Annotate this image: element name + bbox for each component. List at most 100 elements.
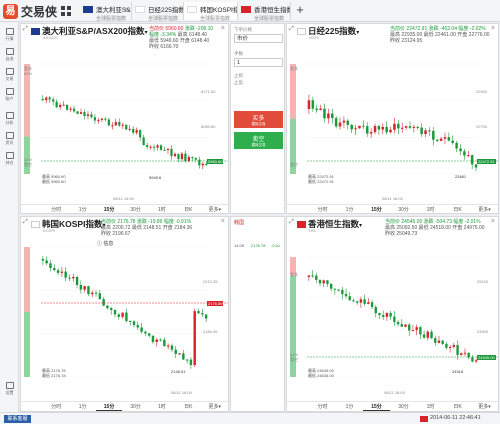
timeframe-1[interactable]: 1分 [69,206,95,213]
timeframe-2[interactable]: 15分 [95,206,123,213]
candlestick-chart[interactable] [287,217,499,412]
mini-price: 2176.78 [251,243,266,248]
buy-sub: 模拟交易 [251,122,266,126]
timeframe-3[interactable]: 30分 [122,206,148,213]
mini-header: 韩国 [234,220,245,226]
tab-hangseng[interactable]: 香港恒生指数 全球股票指数 × [238,2,291,22]
candlestick-chart[interactable] [21,24,229,214]
timeframe-4[interactable]: 1时 [149,403,175,410]
time-axis-label: 06/11 16:00 [384,390,405,395]
timeframe-4[interactable]: 1时 [417,403,444,410]
top-bar: 易 交易侠 澳大利亚S&P... 全球股票指数 × 日经225指数 全球股票指数… [0,0,500,22]
timeframe-2[interactable]: 15分 [363,403,390,411]
close-icon[interactable]: × [283,7,287,13]
ohlc-line: 最低 5960.60 [42,179,66,184]
timeframe-1[interactable]: 1分 [336,403,363,410]
timeframe-0[interactable]: 分时 [43,403,69,410]
price-type-select[interactable]: 市价 [234,34,283,43]
time-axis-label: 06/11 16:00 [113,196,134,201]
low-marker-label: 5949.6 [149,175,162,180]
gear-icon [5,382,14,389]
timeframe-3[interactable]: 30分 [390,206,417,213]
timeframe-3[interactable]: 30分 [390,403,417,410]
sidebar-label: 资讯 [5,140,14,145]
sidebar-item-account[interactable]: 账户 [2,88,17,104]
axis-label: 2212.25 [203,279,218,284]
flag-australia-icon [83,6,93,13]
timeframe-3[interactable]: 30分 [122,403,148,410]
sidebar-item-positions[interactable]: 持仓 [2,152,17,168]
qty-input[interactable]: 1 [234,58,283,67]
close-icon[interactable]: × [124,7,128,13]
time-axis-label: 06/11 16:00 [171,390,192,395]
bear-label: 看空 [290,162,298,167]
ohlc-line: 最低 2176.78 [42,373,66,378]
qty-value: 1 [237,60,241,66]
close-icon[interactable]: × [176,7,180,13]
sidebar-item-quotes[interactable]: 行情 [2,28,17,44]
flag-china-icon [420,416,428,422]
flag-japan-icon [135,6,145,13]
timeframe-0[interactable]: 分时 [309,403,336,410]
timeframe-2[interactable]: 15分 [363,206,390,213]
timeframe-0[interactable]: 分时 [309,206,336,213]
timeframe-4[interactable]: 1时 [149,206,175,213]
stoploss-label: 止损 [234,73,243,78]
sidebar-item-news[interactable]: 资讯 [2,132,17,148]
ohlc-line: 最低 24545.00 [308,373,334,378]
low-marker-label: 2148.51 [171,369,186,374]
timeframe-0[interactable]: 分时 [43,206,69,213]
timeframe-5[interactable]: 日K [444,206,471,213]
chart-icon [5,112,14,119]
logo-icon: 易 [3,3,18,19]
timeframe-5[interactable]: 日K [175,206,201,213]
sidebar-item-watchlist[interactable]: 自选 [2,48,17,64]
tab-kospi[interactable]: 韩国KOSPI指数 全球股票指数 × [184,2,238,22]
timeframe-2[interactable]: 15分 [95,403,123,411]
close-icon[interactable]: × [230,7,234,13]
timeframe-5[interactable]: 日K [175,403,201,410]
ohlc-readout: 最高 24545.00 最低 24545.00 [308,368,334,378]
chart-panel-asx200: ⤢ 澳大利亚S&P/ASX200指数▾ ASX200 当前价 5960.60 涨… [20,23,229,214]
timeframe-5[interactable]: 日K [444,403,471,410]
quotes-icon [5,28,14,35]
flag-hongkong-icon [241,6,251,13]
order-panel: 下单价格 市价 手数 1 止损 止盈 买多 模拟交易 卖空 模拟交易 [230,23,285,214]
last-price-tag: 24545.00 [477,355,496,360]
sidebar-label: 分析 [5,120,14,125]
sell-button[interactable]: 卖空 模拟交易 [234,132,283,149]
sidebar-item-analysis[interactable]: 分析 [2,112,17,128]
last-price-tag: 22472.91 [477,159,496,164]
timeframe-6[interactable]: 更多▾ [471,403,498,410]
grid-menu-icon[interactable] [61,6,71,16]
buy-button[interactable]: 买多 模拟交易 [234,111,283,128]
timeframe-4[interactable]: 1时 [417,206,444,213]
axis-label: 2184.45 [203,329,218,334]
account-icon [5,88,14,95]
candlestick-chart[interactable] [287,24,499,214]
tab-asx200[interactable]: 澳大利亚S&P... 全球股票指数 × [80,2,132,22]
sidebar-label: 账户 [5,96,14,101]
tab-nikkei225[interactable]: 日经225指数 全球股票指数 × [132,2,184,22]
bull-pct: 66% [24,71,33,76]
sidebar-item-settings[interactable]: 设置 [2,382,17,398]
candlestick-chart[interactable] [21,217,229,412]
sidebar-label: 设置 [5,390,14,395]
timeframe-6[interactable]: 更多▾ [471,206,498,213]
app-name: 交易侠 [21,4,58,19]
flag-korea-icon [187,6,197,13]
timeframe-6[interactable]: 更多▾ [202,403,228,410]
mini-time: 14.05 [234,243,245,248]
timeframe-1[interactable]: 1分 [69,403,95,410]
bear-label: 看空 [24,162,32,167]
timeframe-6[interactable]: 更多▾ [202,206,228,213]
timeframe-1[interactable]: 1分 [336,206,363,213]
support-button[interactable]: 联系客服 [4,415,31,423]
ohlc-readout: 最高 5960.60 最低 5960.60 [42,174,66,184]
axis-label: 22920 [476,89,488,94]
news-icon [5,132,14,139]
add-tab-button[interactable]: + [291,3,309,18]
sidebar-item-trade[interactable]: 交易 [2,68,17,84]
low-marker-label: 24518 [452,369,464,374]
price-type-label: 下单价格 [234,27,252,32]
